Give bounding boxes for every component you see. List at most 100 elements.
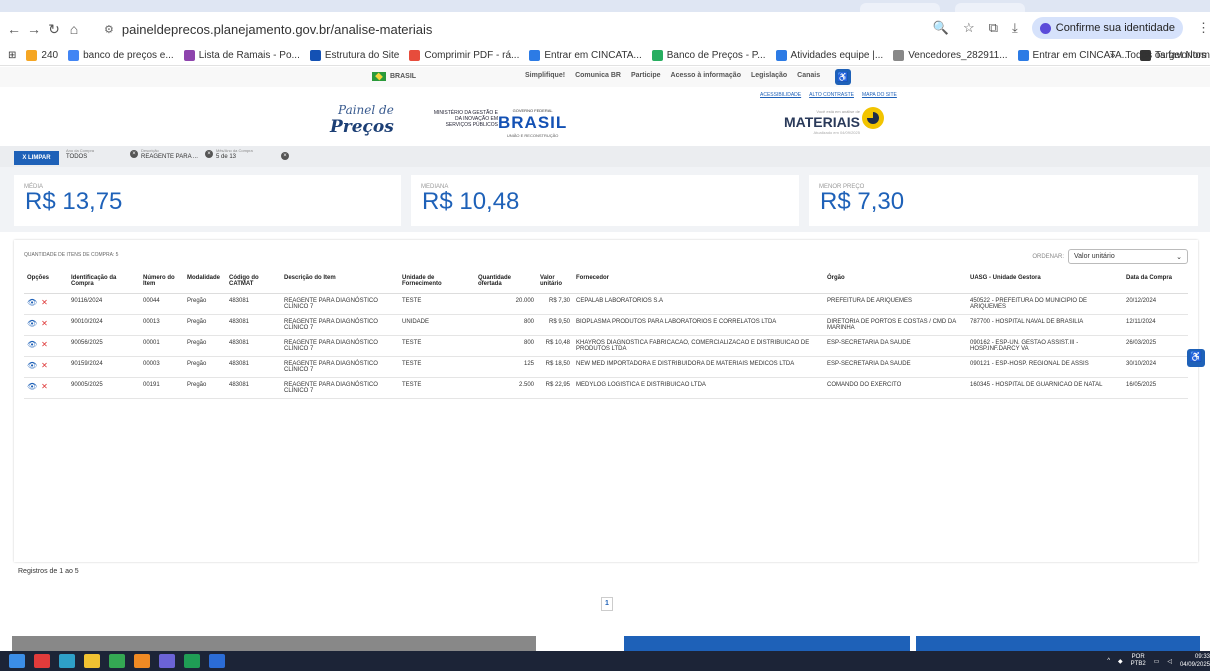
star-icon[interactable]: ☆ xyxy=(963,20,975,36)
row-options: 👁 ✕ xyxy=(24,293,68,315)
painel-precos-logo[interactable]: Painel de Preços xyxy=(330,103,394,137)
start-icon[interactable] xyxy=(9,654,25,668)
clock[interactable]: 09:33 04/09/2025 xyxy=(1180,653,1210,669)
word-icon[interactable] xyxy=(209,654,225,668)
app-icon[interactable] xyxy=(59,654,75,668)
clear-filters-button[interactable]: X LIMPAR xyxy=(14,151,59,165)
firefox-icon[interactable] xyxy=(134,654,150,668)
display-icon[interactable]: ▭ xyxy=(1154,658,1160,665)
bookmarks-more[interactable]: » xyxy=(1110,50,1116,61)
table-cell: 90056/2025 xyxy=(68,335,140,357)
view-icon[interactable]: 👁 xyxy=(27,361,37,370)
items-table: Opções Identificação da Compra Número do… xyxy=(24,271,1188,399)
table-cell: KHAYROS DIAGNOSTICA FABRICACAO, COMERCIA… xyxy=(573,335,824,357)
accessibility-side-button[interactable]: ♿ xyxy=(1187,349,1205,367)
view-icon[interactable]: 👁 xyxy=(27,298,37,307)
chrome-icon[interactable] xyxy=(109,654,125,668)
bookmark-item[interactable]: Comprimir PDF - rá... xyxy=(409,50,519,61)
accessibility-icon[interactable]: ♿ xyxy=(835,69,851,85)
table-cell: 483081 xyxy=(226,356,281,378)
results-panel: QUANTIDADE DE ITENS DE COMPRA: 5 ORDENAR… xyxy=(14,240,1198,562)
view-icon[interactable]: 👁 xyxy=(27,319,37,328)
stat-value-min: R$ 7,30 xyxy=(820,188,905,215)
apps-icon[interactable]: ⊞ xyxy=(8,50,16,61)
language-indicator[interactable]: POR PTB2 xyxy=(1131,654,1146,668)
table-cell: REAGENTE PARA DIAGNÓSTICO CLÍNICO 7 xyxy=(281,377,399,399)
forward-icon[interactable]: → xyxy=(24,21,44,37)
remove-filter-icon[interactable]: × xyxy=(130,150,138,158)
table-cell: REAGENTE PARA DIAGNÓSTICO CLÍNICO 7 xyxy=(281,356,399,378)
url-bar: ← → ↻ ⌂ ⚙ paineldeprecos.planejamento.go… xyxy=(0,12,1210,46)
remove-icon[interactable]: ✕ xyxy=(41,361,48,370)
gov-link[interactable]: Participe xyxy=(631,72,661,79)
teams-icon[interactable] xyxy=(159,654,175,668)
remove-icon[interactable]: ✕ xyxy=(41,382,48,391)
table-cell: 90005/2025 xyxy=(68,377,140,399)
bookmark-item[interactable]: 240 xyxy=(26,50,58,61)
table-cell: 800 xyxy=(475,314,537,336)
table-cell: 483081 xyxy=(226,314,281,336)
app-icon[interactable] xyxy=(34,654,50,668)
stat-card-min: MENOR PREÇO R$ 7,30 xyxy=(809,175,1198,226)
gov-link[interactable]: Legislação xyxy=(751,72,787,79)
order-select[interactable]: Valor unitário ⌄ xyxy=(1068,249,1188,264)
site-info-icon[interactable]: ⚙ xyxy=(104,23,114,36)
remove-filter-icon[interactable]: × xyxy=(281,152,289,160)
column-header: Quantidade ofertada xyxy=(475,271,537,294)
gov-link[interactable]: Comunica BR xyxy=(575,72,621,79)
view-icon[interactable]: 👁 xyxy=(27,382,37,391)
high-contrast-link[interactable]: ALTO CONTRASTE xyxy=(809,92,854,98)
reload-icon[interactable]: ↻ xyxy=(44,21,64,38)
table-cell: TESTE xyxy=(399,335,475,357)
bookmark-item[interactable]: Vencedores_282911... xyxy=(893,50,1008,61)
table-cell: COMANDO DO EXERCITO xyxy=(824,377,967,399)
extensions-icon[interactable]: ⧉ xyxy=(989,20,998,36)
bottom-button[interactable] xyxy=(624,636,910,651)
remove-icon[interactable]: ✕ xyxy=(41,319,48,328)
back-icon[interactable]: ← xyxy=(4,21,24,37)
download-icon[interactable]: ⤓ xyxy=(1012,20,1018,36)
gov-link[interactable]: Canais xyxy=(797,72,820,79)
accessibility-link[interactable]: ACESSIBILIDADE xyxy=(760,92,801,98)
gov-link[interactable]: Acesso à informação xyxy=(671,72,741,79)
column-header: Número do Item xyxy=(140,271,184,294)
browser-tab[interactable] xyxy=(955,3,1025,12)
bookmark-item[interactable]: Estrutura do Site xyxy=(309,50,399,61)
table-cell: 483081 xyxy=(226,335,281,357)
gov-brasil-link[interactable]: BRASIL xyxy=(372,72,416,81)
profile-icon xyxy=(1039,22,1051,34)
remove-filter-icon[interactable]: × xyxy=(205,150,213,158)
home-icon[interactable]: ⌂ xyxy=(64,21,84,37)
confirm-identity-button[interactable]: Confirme sua identidade xyxy=(1031,17,1183,39)
gov-link[interactable]: Simplifique! xyxy=(525,72,565,79)
all-favorites[interactable]: Todos os favoritos xyxy=(1125,50,1206,61)
folder-icon[interactable] xyxy=(84,654,100,668)
bookmarks-bar: ⊞ 240 banco de preços e... Lista de Rama… xyxy=(0,46,1210,66)
pagination-page-1[interactable]: 1 xyxy=(601,597,613,611)
gov-bar: BRASIL Simplifique! Comunica BR Particip… xyxy=(0,67,1210,87)
volume-icon[interactable]: ◁ xyxy=(1167,658,1172,665)
excel-icon[interactable] xyxy=(184,654,200,668)
filter-bar: X LIMPAR Ano da Compra TODOS × Descrição R… xyxy=(0,146,1210,167)
bookmark-item[interactable]: banco de preços e... xyxy=(68,50,174,61)
remove-icon[interactable]: ✕ xyxy=(41,340,48,349)
address-field[interactable]: ⚙ paineldeprecos.planejamento.gov.br/ana… xyxy=(104,18,432,40)
network-icon[interactable]: ◆ xyxy=(1118,658,1123,665)
menu-icon[interactable]: ⋮ xyxy=(1197,20,1210,36)
bookmark-item[interactable]: Entrar em CINCATA... xyxy=(529,50,642,61)
bookmark-item[interactable]: Atividades equipe |... xyxy=(775,50,883,61)
table-cell: R$ 7,30 xyxy=(537,293,573,315)
table-cell: R$ 22,95 xyxy=(537,377,573,399)
table-cell: Pregão xyxy=(184,335,226,357)
table-cell: 483081 xyxy=(226,293,281,315)
view-icon[interactable]: 👁 xyxy=(27,340,37,349)
bookmark-item[interactable]: Lista de Ramais - Po... xyxy=(183,50,300,61)
bookmark-item[interactable]: Banco de Preços - P... xyxy=(651,50,766,61)
zoom-icon[interactable]: 🔍 xyxy=(933,20,949,36)
bottom-button[interactable] xyxy=(916,636,1200,651)
site-map-link[interactable]: MAPA DO SITE xyxy=(862,92,897,98)
browser-tab[interactable] xyxy=(860,3,940,12)
chevron-up-icon[interactable]: ^ xyxy=(1107,658,1110,664)
remove-icon[interactable]: ✕ xyxy=(41,298,48,307)
table-cell: R$ 10,48 xyxy=(537,335,573,357)
